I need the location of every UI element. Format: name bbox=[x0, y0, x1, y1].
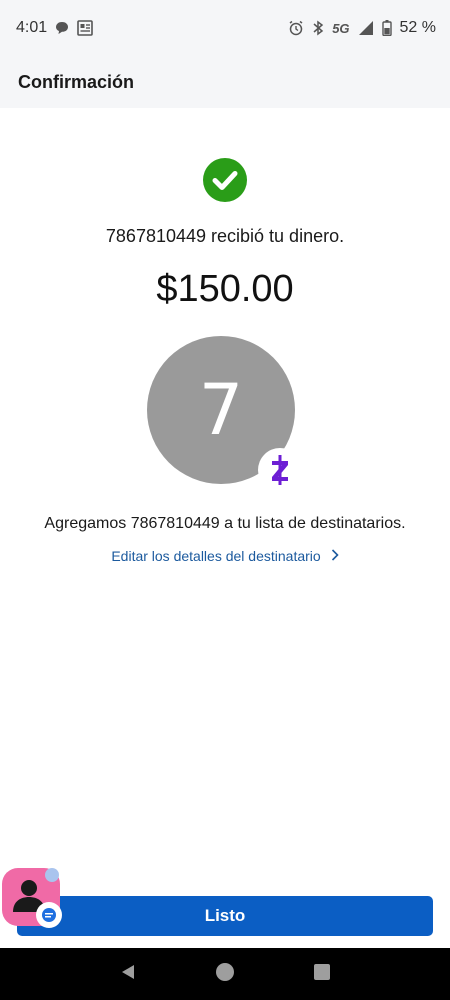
battery-level: 52 % bbox=[399, 19, 436, 36]
notification-dot bbox=[45, 868, 59, 882]
done-button[interactable]: Listo bbox=[17, 896, 433, 936]
confirmation-panel: 7867810449 recibió tu dinero. $150.00 7 … bbox=[0, 108, 450, 948]
edit-recipient-link[interactable]: Editar los detalles del destinatario bbox=[0, 548, 450, 564]
signal-icon bbox=[358, 20, 374, 36]
status-bar: 4:01 5G 52 % bbox=[0, 0, 450, 56]
success-check-icon bbox=[203, 158, 247, 202]
added-recipient-message: Agregamos 7867810449 a tu lista de desti… bbox=[44, 515, 406, 532]
amount: $150.00 bbox=[156, 268, 294, 310]
message-icon bbox=[36, 902, 62, 928]
recents-icon[interactable] bbox=[313, 963, 331, 986]
bluetooth-icon bbox=[312, 20, 324, 36]
news-icon bbox=[77, 20, 93, 36]
home-icon[interactable] bbox=[215, 962, 235, 987]
status-right: 5G 52 % bbox=[288, 19, 436, 37]
received-message: 7867810449 recibió tu dinero. bbox=[105, 226, 345, 246]
system-nav-bar bbox=[0, 948, 450, 1000]
battery-icon bbox=[381, 20, 392, 36]
network-type: 5G bbox=[332, 20, 350, 36]
chat-bubble-icon bbox=[55, 21, 69, 35]
chevron-right-icon bbox=[331, 548, 339, 564]
edit-recipient-label[interactable]: Editar los detalles del destinatario bbox=[111, 548, 320, 564]
status-time: 4:01 bbox=[16, 19, 48, 36]
app-header: Confirmación bbox=[0, 56, 450, 108]
status-left: 4:01 bbox=[16, 19, 93, 37]
zelle-logo-icon bbox=[258, 448, 302, 492]
page-title: Confirmación bbox=[18, 71, 135, 92]
back-icon[interactable] bbox=[119, 963, 137, 986]
alarm-icon bbox=[288, 20, 304, 36]
avatar-letter: 7 bbox=[198, 369, 244, 451]
